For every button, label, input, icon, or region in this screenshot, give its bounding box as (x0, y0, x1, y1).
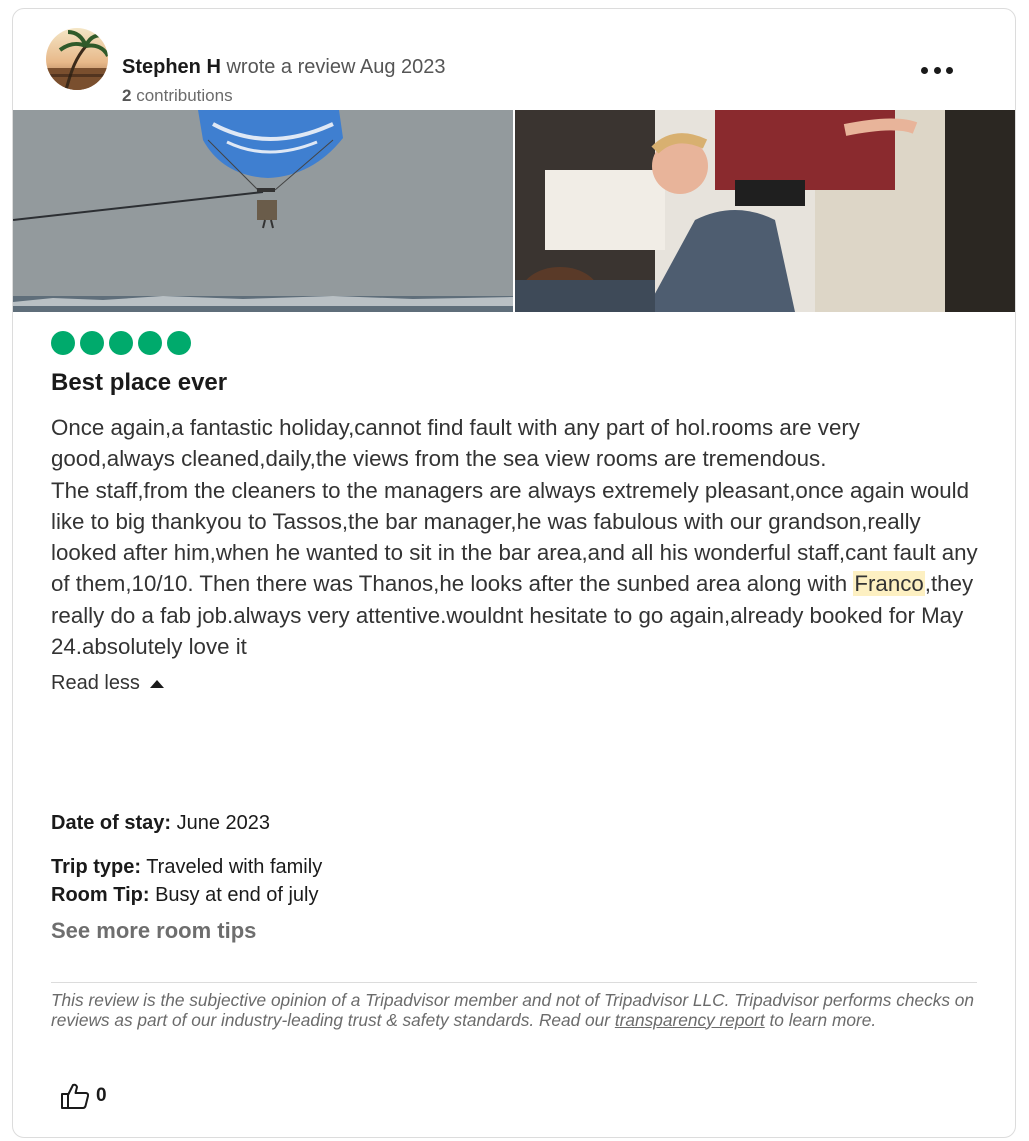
helpful-count: 0 (96, 1085, 107, 1106)
room-tip-label: Room Tip: (51, 884, 150, 906)
review-card: Stephen H wrote a review Aug 2023 2 cont… (12, 8, 1016, 1138)
date-of-stay: Date of stay: June 2023 (51, 809, 322, 837)
date-of-stay-value: June 2023 (171, 812, 271, 834)
review-photos (13, 110, 1015, 312)
review-photo-parasailing[interactable] (13, 110, 513, 312)
room-tip-value: Busy at end of july (149, 884, 319, 906)
contributions-label: contributions (131, 86, 233, 105)
review-title[interactable]: Best place ever (51, 367, 981, 399)
contributions: 2 contributions (122, 86, 233, 106)
review-meta: Date of stay: June 2023 Trip type: Trave… (51, 809, 322, 909)
see-more-room-tips-button[interactable]: See more room tips (51, 918, 256, 944)
review-header: Stephen H wrote a review Aug 2023 2 cont… (46, 28, 995, 105)
review-photo-bar[interactable] (515, 110, 1015, 312)
room-tip: Room Tip: Busy at end of july (51, 881, 322, 909)
transparency-report-link[interactable]: transparency report (615, 1010, 765, 1030)
date-of-stay-label: Date of stay: (51, 812, 172, 834)
rating-bubble-filled (138, 331, 162, 355)
caret-up-icon (149, 679, 164, 688)
rating-bubble-filled (80, 331, 104, 355)
review-text-part-1: Once again,a fantastic holiday,cannot fi… (51, 415, 978, 597)
rating-bubbles (51, 331, 981, 357)
thumbs-up-icon (61, 1083, 90, 1109)
read-less-button[interactable]: Read less (51, 672, 164, 695)
trip-type-label: Trip type: (51, 856, 142, 878)
review-body: Best place ever Once again,a fantastic h… (51, 331, 981, 695)
rating-bubble-filled (109, 331, 133, 355)
rating-bubble-filled (51, 331, 75, 355)
rating-bubble-filled (167, 331, 191, 355)
author-line: Stephen H wrote a review Aug 2023 (122, 54, 446, 80)
author-name[interactable]: Stephen H (122, 56, 221, 78)
avatar[interactable] (46, 28, 108, 90)
review-highlight: Franco (853, 571, 925, 597)
review-action-text: wrote a review Aug 2023 (220, 56, 446, 78)
trip-type-value: Traveled with family (141, 856, 323, 878)
review-text: Once again,a fantastic holiday,cannot fi… (51, 412, 981, 662)
divider (51, 982, 977, 983)
read-less-label: Read less (51, 672, 140, 695)
helpful-vote-button[interactable]: 0 (60, 1082, 107, 1110)
disclaimer-text-2: to learn more. (764, 1009, 877, 1030)
more-options-icon[interactable] (921, 62, 953, 78)
trip-type: Trip type: Traveled with family (51, 853, 322, 881)
disclaimer: This review is the subjective opinion of… (51, 990, 981, 1030)
